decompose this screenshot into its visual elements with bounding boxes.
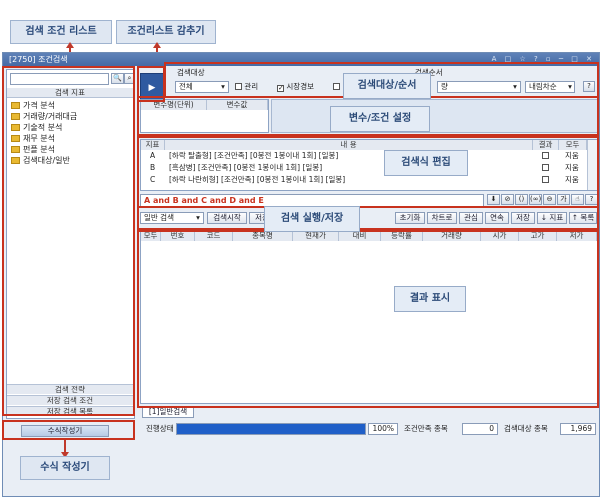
callout-result: 결과 표시 [394,286,466,312]
callout-target-order: 검색대상/순서 [343,73,431,99]
frame-builder [2,420,135,440]
target-count-label: 검색대상 종목 [504,424,548,433]
callout-hide-list: 조건리스트 감추기 [116,20,216,44]
callout-formula: 검색식 편집 [384,150,468,176]
frame-search-list [2,66,135,416]
progress-text: 100% [368,423,398,435]
frame-formula [137,136,599,208]
frame-run-save [137,206,599,230]
arrow-head-search-list [66,42,74,48]
match-label: 조건만족 종목 [404,424,448,433]
progress-bar [176,423,366,435]
status-label: 진행상태 [146,424,174,433]
target-count-value: 1,969 [560,423,596,435]
callout-run-save: 검색 실행/저장 [264,206,360,232]
window-title: [2750] 조건검색 [9,55,68,64]
progress-fill [177,424,365,434]
frame-result [137,230,599,408]
callout-formula-builder: 수식 작성기 [20,456,110,480]
arrow-head-hide-list [153,42,161,48]
status-bar: 진행상태 100% 조건만족 종목 0 검색대상 종목 1,969 [140,421,598,437]
match-value: 0 [462,423,498,435]
callout-search-list: 검색 조건 리스트 [10,20,112,44]
callout-variable: 변수/조건 설정 [330,106,430,132]
